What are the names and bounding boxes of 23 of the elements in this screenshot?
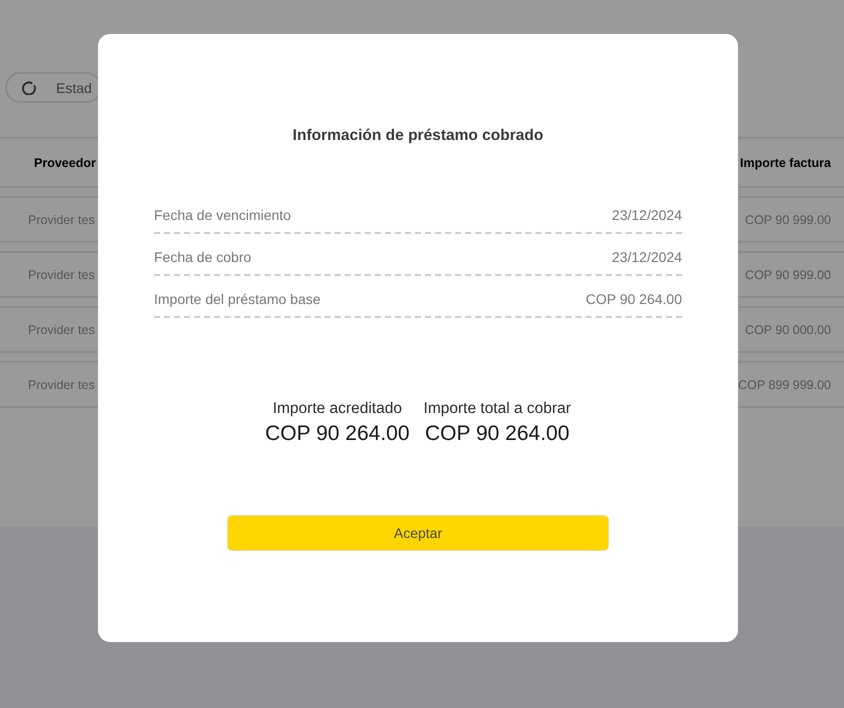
table-cell: COP 90 999.00 bbox=[745, 268, 831, 282]
total-label: Importe acreditado bbox=[272, 399, 402, 419]
ring-icon bbox=[22, 80, 36, 94]
table-cell: Provider tes bbox=[28, 378, 95, 392]
table-cell: COP 899 999.00 bbox=[738, 378, 831, 392]
dialog-title: Información de préstamo cobrado bbox=[292, 126, 544, 146]
detail-value: 23/12/2024 bbox=[612, 248, 682, 267]
column-header: Importe factura bbox=[740, 156, 831, 170]
table-cell: Provider tes bbox=[28, 212, 95, 226]
detail-value: 23/12/2024 bbox=[612, 206, 682, 225]
column-header: Proveedor bbox=[34, 156, 96, 170]
detail-label: Fecha de vencimiento bbox=[154, 206, 291, 225]
total-value: COP 90 264.00 bbox=[265, 421, 410, 447]
table-cell: COP 90 000.00 bbox=[745, 322, 831, 336]
table-cell: COP 90 999.00 bbox=[745, 212, 831, 226]
table-cell: Provider tes bbox=[28, 322, 95, 336]
detail-label: Importe del préstamo base bbox=[154, 290, 321, 309]
detail-label: Fecha de cobro bbox=[154, 248, 252, 267]
table-cell: Provider tes bbox=[28, 268, 95, 282]
detail-value: COP 90 264.00 bbox=[586, 290, 682, 309]
accept-button[interactable]: Aceptar bbox=[227, 515, 609, 551]
total-label: Importe total a cobrar bbox=[424, 399, 571, 419]
total-value: COP 90 264.00 bbox=[425, 421, 570, 447]
